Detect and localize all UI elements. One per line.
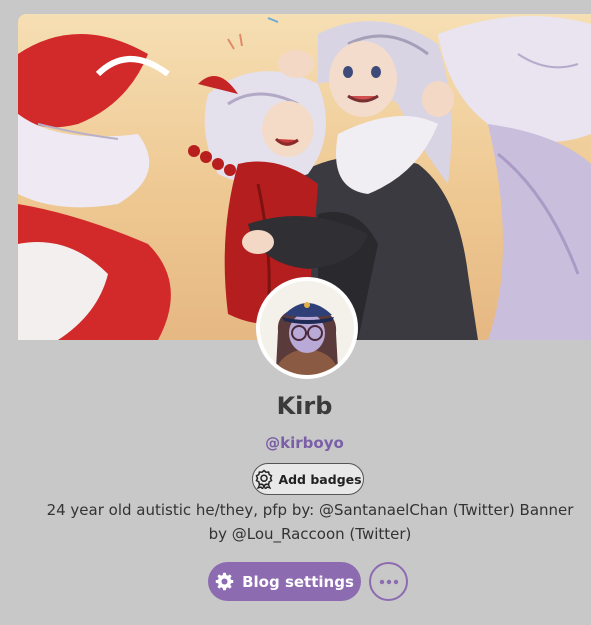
add-badges-label: Add badges [278,471,362,487]
badge-ribbon-icon [254,469,274,489]
blog-profile-card: Kirb @kirboyo Add badges 24 year old aut… [18,14,591,625]
blog-settings-button[interactable]: Blog settings [208,562,361,601]
more-options-button[interactable] [369,562,408,601]
avatar[interactable] [256,277,358,379]
blog-description: 24 year old autistic he/they, pfp by: @S… [46,501,574,543]
blog-handle[interactable]: @kirboyo [18,434,591,452]
add-badges-button[interactable]: Add badges [252,463,364,495]
blog-title: Kirb [276,392,333,420]
blog-settings-label: Blog settings [242,572,354,591]
gear-icon [215,572,234,591]
ellipsis-icon [379,579,399,585]
